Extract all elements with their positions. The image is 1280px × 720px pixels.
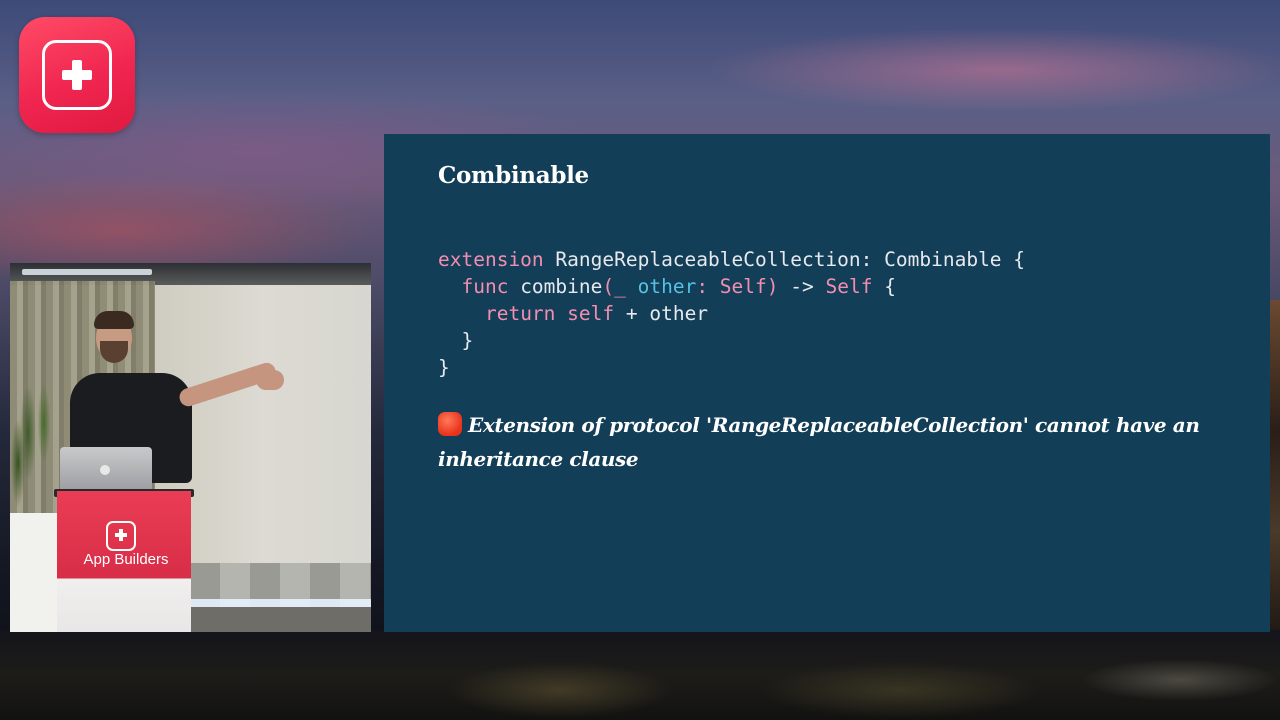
- code-line-4: }: [438, 329, 474, 352]
- code-line-1: extension RangeReplaceableCollection: Co…: [438, 248, 1025, 271]
- code-keyword: return: [484, 302, 556, 325]
- logo-cross-icon: [42, 40, 112, 110]
- stop-icon: [438, 412, 462, 436]
- code-brace: {: [872, 275, 896, 298]
- code-keyword: extension: [438, 248, 544, 271]
- presentation-slide: Combinable extension RangeReplaceableCol…: [384, 134, 1270, 632]
- code-param-type: : Self: [696, 275, 767, 298]
- app-builders-logo: [19, 17, 135, 133]
- error-message: Extension of protocol 'RangeReplaceableC…: [438, 413, 1200, 471]
- code-keyword: self: [555, 302, 615, 325]
- code-paren: ): [766, 275, 779, 298]
- laptop: [60, 447, 152, 493]
- code-param: other: [637, 275, 697, 298]
- compiler-error: Extension of protocol 'RangeReplaceableC…: [438, 408, 1218, 476]
- code-line-5: }: [438, 356, 450, 379]
- code-func-name: combine: [508, 275, 603, 298]
- code-type: RangeReplaceableCollection: [543, 248, 861, 271]
- landscape-ground: [0, 630, 1280, 720]
- code-return-type: Self: [813, 275, 873, 298]
- video-floor: [190, 607, 371, 632]
- code-arrow: ->: [778, 275, 814, 298]
- speaker-hand: [256, 370, 284, 390]
- code-protocol: Combinable {: [872, 248, 1026, 271]
- code-expression: + other: [614, 302, 709, 325]
- video-floor-light: [190, 599, 371, 607]
- code-paren: (_: [602, 275, 638, 298]
- slide-title: Combinable: [438, 162, 589, 189]
- code-line-2: func combine(_ other: Self) -> Self {: [438, 275, 896, 298]
- code-colon: :: [860, 248, 873, 271]
- podium-logo-icon: [106, 521, 136, 551]
- speaker-video: App Builders: [10, 263, 371, 632]
- apple-logo-icon: [100, 465, 110, 475]
- podium-label: App Builders: [83, 551, 169, 568]
- code-keyword: func: [461, 275, 509, 298]
- code-block: extension RangeReplaceableCollection: Co…: [438, 246, 1025, 381]
- speaker-hair: [94, 311, 134, 329]
- video-white-stand: [10, 513, 58, 632]
- code-line-3: return self + other: [438, 302, 708, 325]
- city-lights-strip: [1270, 300, 1280, 630]
